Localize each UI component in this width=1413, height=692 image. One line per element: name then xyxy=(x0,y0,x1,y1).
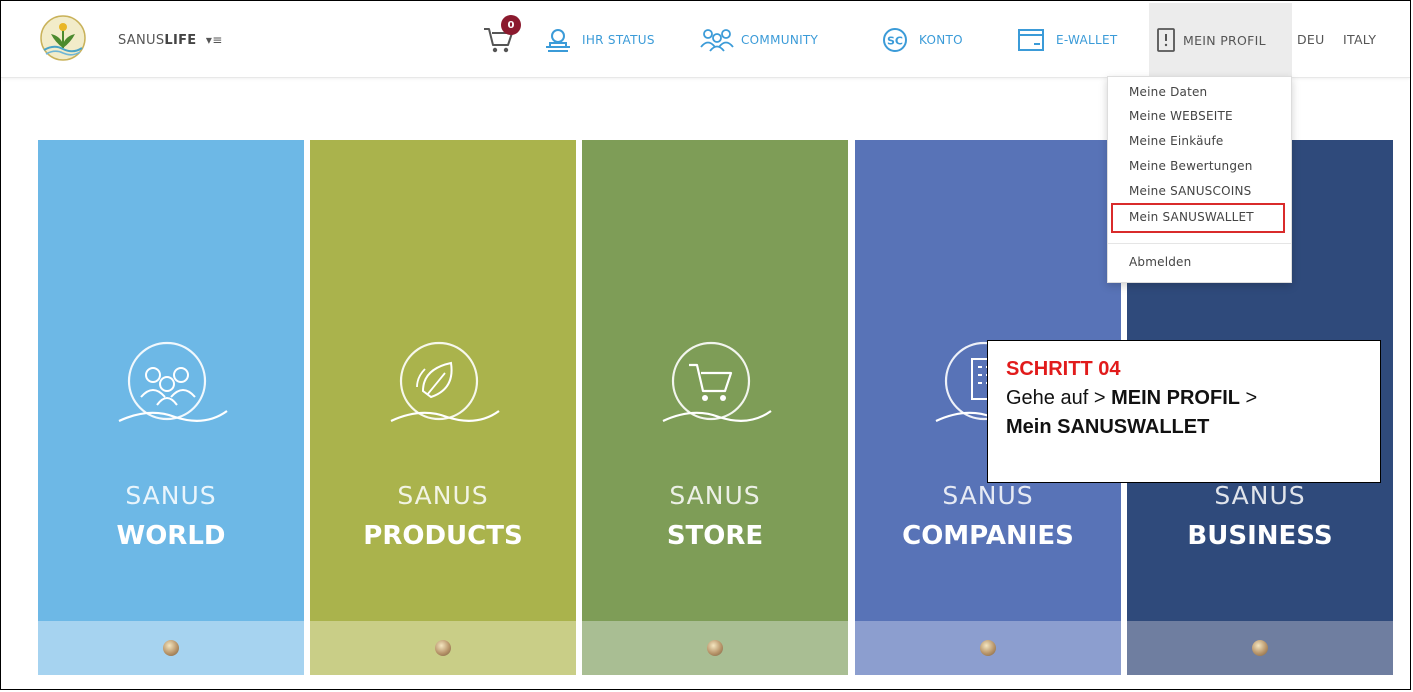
coin-icon xyxy=(435,640,451,656)
cart-button[interactable]: 0 xyxy=(479,15,525,55)
column-prefix: SANUS xyxy=(669,481,761,510)
top-nav-bar: SANUSLIFE ▾≡ 0 IHR STATUS COMMUNITY SC K… xyxy=(1,1,1410,78)
column-footer xyxy=(310,621,576,675)
community-icon xyxy=(118,341,228,422)
wallet-icon xyxy=(1018,29,1044,51)
nav-label: KONTO xyxy=(919,33,963,47)
instruction-prefix: Gehe auf > xyxy=(1006,387,1106,409)
column-prefix: SANUS xyxy=(397,481,489,510)
sc-coin-icon: SC xyxy=(883,28,907,52)
nav-label: IHR STATUS xyxy=(582,33,655,47)
nav-label: MEIN PROFIL xyxy=(1183,32,1266,48)
cart-icon xyxy=(662,341,772,422)
instruction-bold-1: MEIN PROFIL xyxy=(1111,387,1240,409)
crown-icon xyxy=(546,29,570,52)
column-prefix: SANUS xyxy=(1214,481,1306,510)
leaf-drop-icon xyxy=(390,341,500,422)
column-footer xyxy=(38,621,304,675)
column-prefix: SANUS xyxy=(942,481,1034,510)
menu-item-abmelden[interactable]: Abmelden xyxy=(1129,255,1191,269)
nav-label: COMMUNITY xyxy=(741,33,819,47)
nav-e-wallet[interactable]: E-WALLET xyxy=(1016,25,1118,55)
profile-icon xyxy=(1157,28,1175,52)
lang-italy[interactable]: ITALY xyxy=(1343,32,1376,47)
instruction-separator: > xyxy=(1245,387,1258,409)
column-products[interactable]: SANUS PRODUCTS xyxy=(310,140,576,675)
column-store[interactable]: SANUS STORE xyxy=(582,140,848,675)
menu-caret-icon: ▾≡ xyxy=(205,33,223,47)
profile-dropdown-menu: Meine Daten Meine WEBSEITE Meine Einkäuf… xyxy=(1107,76,1292,283)
nav-mein-profil[interactable]: MEIN PROFIL xyxy=(1149,3,1292,77)
column-footer xyxy=(582,621,848,675)
nav-ihr-status[interactable]: IHR STATUS xyxy=(544,25,655,55)
coin-icon xyxy=(163,640,179,656)
brand-prefix: SANUS xyxy=(118,33,165,48)
column-title: STORE xyxy=(666,521,764,551)
lang-deu[interactable]: DEU xyxy=(1297,32,1325,47)
menu-item-meine-einkaeufe[interactable]: Meine Einkäufe xyxy=(1129,134,1224,148)
column-title: PRODUCTS xyxy=(363,521,523,551)
menu-item-meine-bewertungen[interactable]: Meine Bewertungen xyxy=(1129,159,1253,173)
svg-text:SC: SC xyxy=(887,35,903,48)
column-title: COMPANIES xyxy=(902,521,1074,551)
instruction-callout: SCHRITT 04 Gehe auf > MEIN PROFIL > Mein… xyxy=(987,340,1381,483)
coin-icon xyxy=(1252,640,1268,656)
instruction-line: Gehe auf > MEIN PROFIL > Mein SANUSWALLE… xyxy=(1006,384,1362,442)
sanuslife-logo-icon[interactable] xyxy=(38,14,88,64)
menu-item-mein-sanuswallet[interactable]: Mein SANUSWALLET xyxy=(1129,210,1254,224)
menu-item-meine-daten[interactable]: Meine Daten xyxy=(1129,85,1207,99)
column-title: WORLD xyxy=(116,521,226,551)
nav-community[interactable]: COMMUNITY xyxy=(699,25,818,55)
instruction-bold-2: Mein SANUSWALLET xyxy=(1006,416,1210,438)
column-footer xyxy=(1127,621,1393,675)
column-footer xyxy=(855,621,1121,675)
nav-label: E-WALLET xyxy=(1056,33,1118,47)
step-title: SCHRITT 04 xyxy=(1006,358,1121,380)
column-world[interactable]: SANUS WORLD xyxy=(38,140,304,675)
people-icon xyxy=(700,29,734,52)
menu-item-meine-webseite[interactable]: Meine WEBSEITE xyxy=(1129,109,1233,123)
menu-item-meine-sanuscoins[interactable]: Meine SANUSCOINS xyxy=(1129,184,1251,198)
column-title: BUSINESS xyxy=(1187,521,1333,551)
nav-konto[interactable]: SC KONTO xyxy=(881,25,963,55)
coin-icon xyxy=(707,640,723,656)
brand-menu-toggle[interactable]: SANUSLIFE ▾≡ xyxy=(118,33,223,48)
brand-bold: LIFE xyxy=(164,33,197,48)
cart-count-badge: 0 xyxy=(501,15,521,35)
column-prefix: SANUS xyxy=(125,481,217,510)
menu-divider xyxy=(1108,243,1291,244)
coin-icon xyxy=(980,640,996,656)
